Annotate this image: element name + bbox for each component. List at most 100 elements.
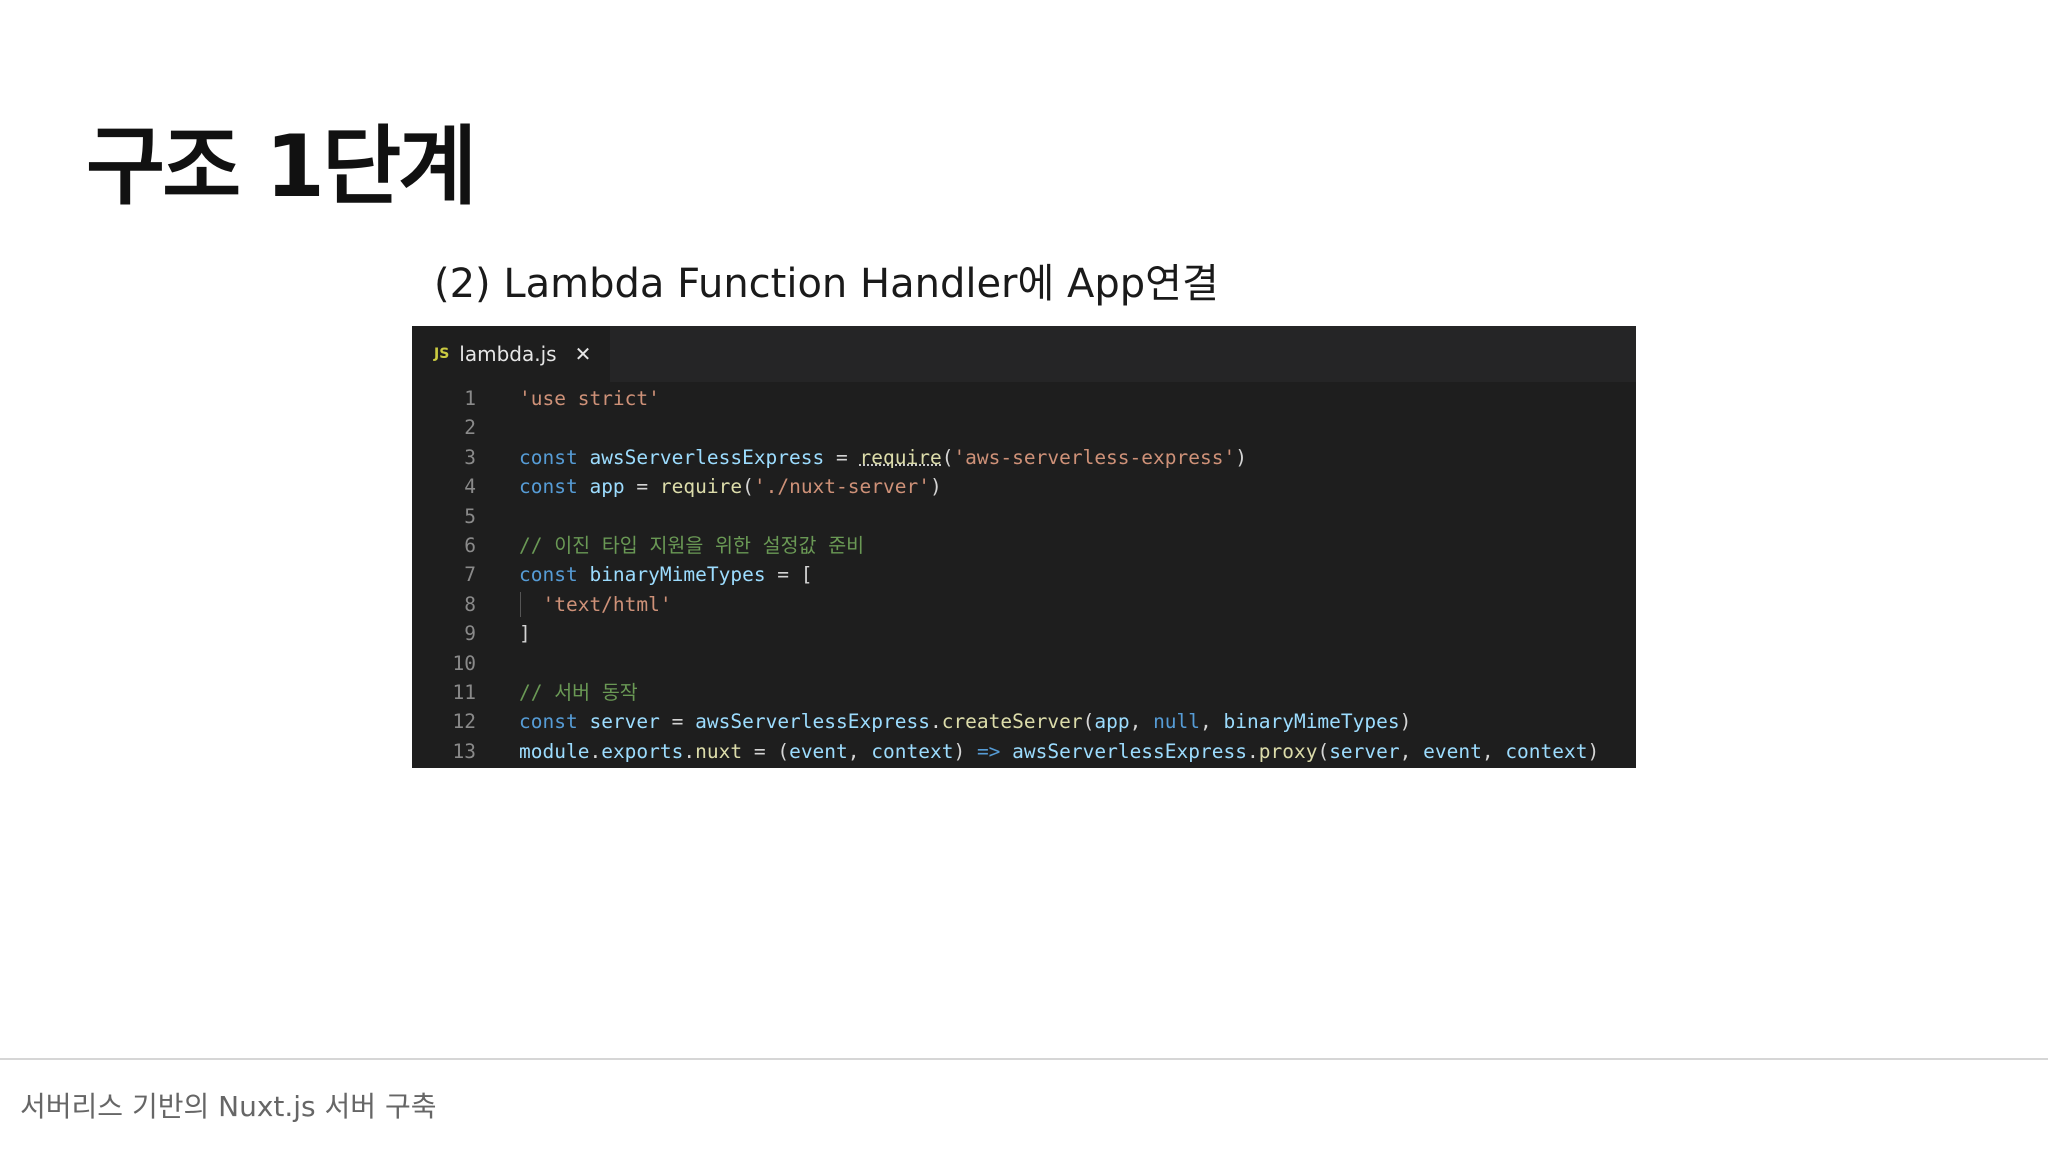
line-number: 4 — [464, 475, 476, 499]
code-token: ] — [519, 622, 531, 646]
code-line: 1 'use strict' — [412, 384, 1636, 413]
code-token: context — [871, 739, 954, 763]
code-token: null — [1153, 710, 1201, 734]
code-token: ( — [941, 445, 954, 469]
slide-subtitle: (2) Lambda Function Handler에 App연결 — [434, 261, 1219, 307]
code-text: const server = awsServerlessExpress.crea… — [519, 707, 1411, 736]
code-line: 8 'text/html' — [412, 590, 1636, 619]
code-line: 9] — [412, 619, 1636, 648]
code-token: . — [929, 710, 942, 734]
code-line: 6 // 이진 타입 지원을 위한 설정값 준비 — [412, 531, 1636, 560]
code-token: ( — [742, 475, 754, 499]
code-token: . — [683, 739, 696, 763]
code-line: 3 const awsServerlessExpress = require('a… — [412, 443, 1636, 472]
code-token: , — [1481, 739, 1506, 763]
code-token: proxy — [1258, 739, 1318, 763]
code-token: ( — [1317, 739, 1330, 763]
tab-filename: lambda.js — [459, 342, 557, 366]
code-text: 'text/html' — [519, 590, 672, 619]
line-number: 1 — [464, 387, 476, 410]
code-token: . — [589, 739, 602, 763]
code-token: require — [859, 445, 942, 469]
code-token: , — [1399, 739, 1424, 763]
line-number: 10 — [452, 651, 476, 675]
code-token: 'use strict' — [519, 387, 660, 410]
code-token: 'text/html' — [542, 592, 672, 616]
code-token: , — [1200, 710, 1224, 734]
line-number: 8 — [464, 592, 476, 616]
code-area[interactable]: 1 'use strict' 2 3 const awsServerlessExpres… — [412, 382, 1636, 766]
code-token: const — [519, 445, 590, 469]
code-line: 2 — [412, 413, 1636, 442]
code-editor-screenshot: JS lambda.js ✕ 1 'use strict' 2 3 const awsS… — [412, 326, 1636, 768]
code-token: require — [659, 475, 743, 499]
line-number: 6 — [464, 533, 476, 557]
code-text: const app = require('./nuxt-server') — [519, 472, 942, 501]
code-token: const — [519, 563, 590, 587]
code-token: 'aws-serverless-express' — [953, 445, 1236, 469]
code-line: 4 const app = require('./nuxt-server') — [412, 472, 1636, 501]
slide-title: 구조 1단계 — [86, 117, 477, 217]
line-number: 3 — [464, 445, 476, 469]
code-token: = — [824, 445, 860, 469]
code-token: context — [1505, 739, 1588, 763]
code-text: module.exports.nuxt = (event, context) =… — [519, 737, 1599, 766]
code-token: app — [1094, 710, 1130, 734]
code-line: 5 — [412, 502, 1636, 531]
code-token: event — [789, 739, 848, 763]
code-token: ) — [953, 739, 977, 763]
footer-divider — [0, 1058, 2048, 1060]
line-number: 12 — [452, 710, 476, 734]
code-token: event — [1423, 739, 1482, 763]
close-icon[interactable]: ✕ — [575, 342, 592, 366]
code-token: module — [519, 739, 590, 763]
code-line: 7 const binaryMimeTypes = [ — [412, 560, 1636, 589]
code-token: createServer — [941, 710, 1083, 734]
code-token: , — [1129, 710, 1154, 734]
indent-guide — [520, 591, 521, 617]
code-token: app — [589, 475, 625, 499]
code-text: // 이진 타입 지원을 위한 설정값 준비 — [519, 531, 864, 560]
code-token: , — [847, 739, 872, 763]
line-number: 7 — [464, 563, 476, 587]
code-token: exports — [601, 739, 684, 763]
code-token: ) — [929, 475, 942, 499]
code-token: './nuxt-server' — [753, 475, 930, 499]
line-number: 13 — [452, 739, 476, 763]
code-token: = — [624, 475, 660, 499]
code-token: server — [1329, 739, 1400, 763]
code-line: 13 module.exports.nuxt = (event, context)… — [412, 737, 1636, 766]
line-number: 9 — [464, 622, 476, 646]
line-number: 11 — [452, 680, 476, 704]
code-token: const — [519, 475, 590, 499]
code-token: binaryMimeTypes — [1223, 710, 1400, 734]
editor-tab-lambda-js[interactable]: JS lambda.js ✕ — [412, 326, 610, 382]
code-token: awsServerlessExpress — [589, 445, 825, 469]
code-token: = [ — [765, 563, 813, 587]
code-token: nuxt — [695, 739, 743, 763]
code-token: ) — [1587, 739, 1600, 763]
code-token: // 이진 타입 지원을 위한 설정값 준비 — [519, 533, 865, 557]
code-token: = — [659, 710, 696, 734]
code-text: // 서버 동작 — [519, 678, 638, 707]
code-token: => — [976, 739, 1001, 763]
code-line: 10 — [412, 649, 1636, 678]
code-text: ] — [519, 619, 531, 648]
editor-tab-bar: JS lambda.js ✕ — [412, 326, 1636, 382]
code-token: awsServerlessExpress — [1012, 739, 1247, 763]
code-text: 'use strict' — [519, 384, 660, 413]
code-token: . — [1246, 739, 1259, 763]
code-line: 11 // 서버 동작 — [412, 678, 1636, 707]
code-text: const binaryMimeTypes = [ — [519, 560, 813, 589]
line-number: 5 — [464, 504, 476, 528]
line-number: 2 — [464, 416, 476, 440]
code-text: const awsServerlessExpress = require('aw… — [519, 443, 1247, 472]
code-token: // 서버 동작 — [519, 680, 638, 704]
code-token: ) — [1399, 710, 1412, 734]
slide-footer: 서버리스 기반의 Nuxt.js 서버 구축 — [20, 1090, 437, 1123]
code-token: server — [589, 710, 660, 734]
code-token: = ( — [742, 739, 790, 763]
code-token: awsServerlessExpress — [695, 710, 930, 734]
